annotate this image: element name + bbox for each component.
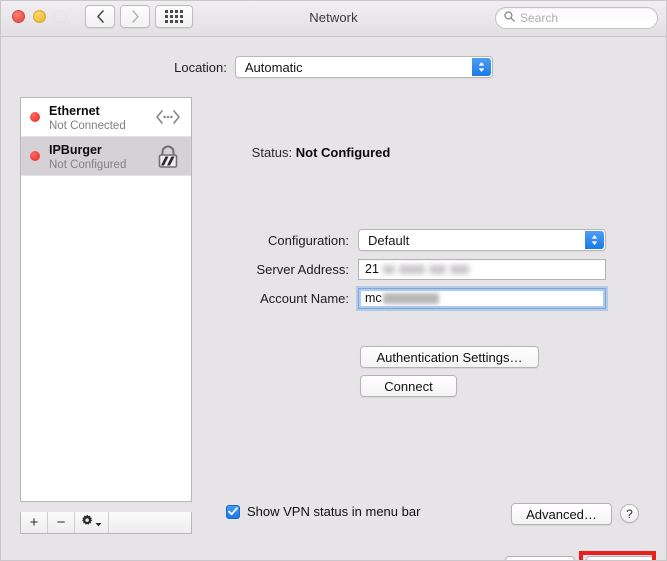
services-list-toolbar: + − xyxy=(20,512,192,534)
apply-button[interactable]: Apply xyxy=(586,556,656,560)
search-field[interactable]: Search xyxy=(495,7,658,29)
redaction-blur xyxy=(428,264,446,274)
search-icon xyxy=(504,9,515,27)
redaction-blur xyxy=(398,264,425,274)
server-address-row: Server Address: 21 xyxy=(225,258,625,280)
sidebar-item-ethernet[interactable]: Ethernet Not Connected xyxy=(21,98,191,137)
ethernet-icon xyxy=(153,108,183,126)
toolbar-filler xyxy=(109,512,191,533)
account-name-row: Account Name: mc xyxy=(225,287,625,309)
status-row: Status: Not Configured xyxy=(1,145,641,160)
revert-button[interactable]: Revert xyxy=(505,556,575,560)
minus-icon: − xyxy=(56,514,66,531)
status-label: Status: xyxy=(251,145,293,160)
add-service-button[interactable]: + xyxy=(21,512,48,533)
service-status: Not Configured xyxy=(49,158,127,171)
chevron-down-icon xyxy=(95,514,102,532)
show-vpn-status-label: Show VPN status in menu bar xyxy=(247,504,421,519)
status-dot xyxy=(30,112,40,122)
server-address-input[interactable]: 21 xyxy=(358,258,606,280)
configuration-label: Configuration: xyxy=(268,232,349,248)
location-popup-button[interactable]: Automatic xyxy=(234,56,493,78)
location-label: Location: xyxy=(174,59,227,75)
plus-icon: + xyxy=(29,514,39,531)
account-name-label: Account Name: xyxy=(260,290,349,306)
location-value: Automatic xyxy=(244,59,303,75)
help-button[interactable]: ? xyxy=(620,504,639,523)
redaction-blur xyxy=(382,264,395,274)
preferences-content: Location: Automatic Ethernet Not Connect… xyxy=(1,37,666,560)
account-name-input[interactable]: mc xyxy=(358,287,606,309)
connect-button[interactable]: Connect xyxy=(360,375,457,397)
search-placeholder: Search xyxy=(520,11,559,25)
status-value: Not Configured xyxy=(295,145,391,160)
service-text: Ethernet Not Connected xyxy=(49,102,153,133)
server-address-value: 21 xyxy=(365,262,379,276)
show-vpn-status-checkbox[interactable] xyxy=(226,504,240,519)
network-preferences-window: Network Search Location: Automatic Ether… xyxy=(0,0,667,561)
window-titlebar: Network Search xyxy=(1,1,666,37)
server-address-label: Server Address: xyxy=(256,261,350,277)
redaction-blur xyxy=(449,264,469,274)
popup-arrows-icon xyxy=(471,58,491,76)
authentication-settings-button[interactable]: Authentication Settings… xyxy=(360,346,539,368)
service-status: Not Connected xyxy=(49,119,126,132)
redaction-blur xyxy=(382,292,439,304)
configuration-popup-button[interactable]: Default xyxy=(358,229,606,251)
popup-arrows-icon xyxy=(585,231,604,249)
account-name-value: mc xyxy=(365,291,382,305)
configuration-row: Configuration: Default xyxy=(225,229,625,251)
gear-icon xyxy=(81,514,94,532)
location-row: Location: Automatic xyxy=(1,56,666,78)
configuration-value: Default xyxy=(368,232,410,248)
advanced-button[interactable]: Advanced… xyxy=(511,503,612,525)
service-actions-button[interactable] xyxy=(75,512,109,533)
remove-service-button[interactable]: − xyxy=(48,512,75,533)
show-vpn-status-row[interactable]: Show VPN status in menu bar xyxy=(226,504,420,519)
vpn-settings-form: Configuration: Default Server Address: 2… xyxy=(225,229,625,316)
service-name: Ethernet xyxy=(49,103,100,118)
